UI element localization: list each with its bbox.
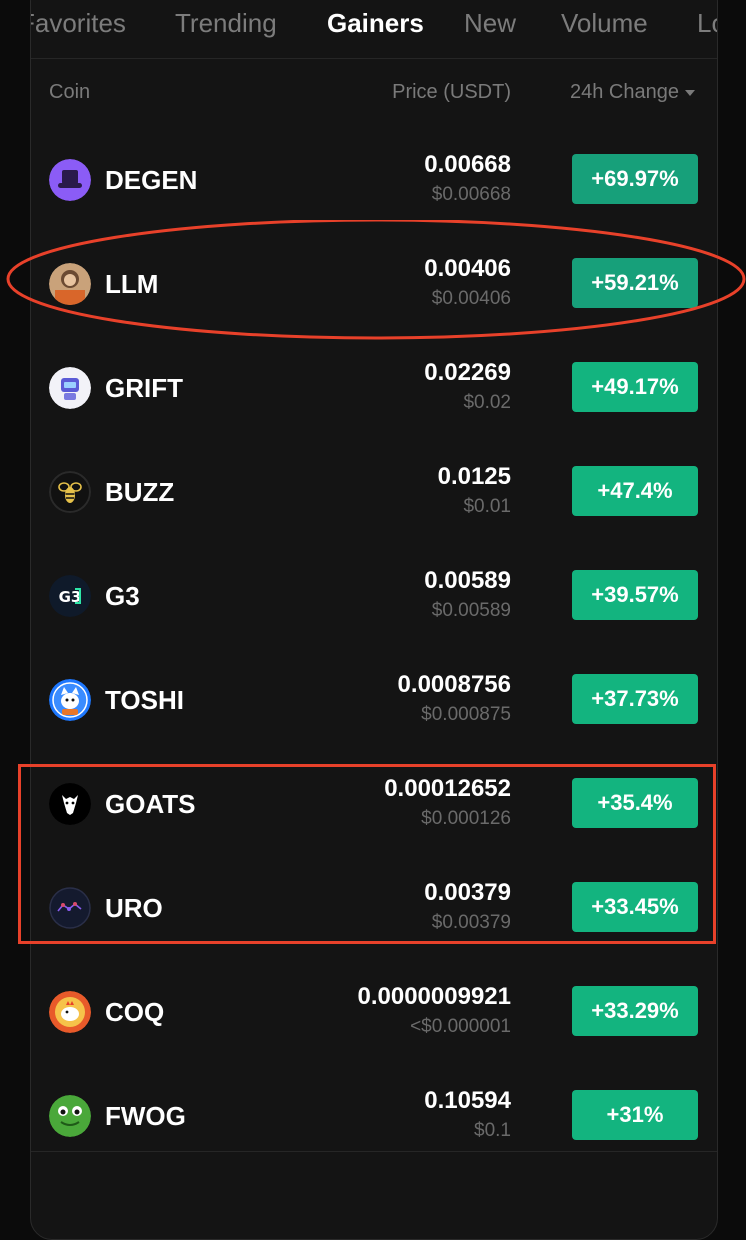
coin-price: 0.0008756: [397, 671, 511, 698]
table-row[interactable]: DEGEN 0.00668 $0.00668 +69.97%: [31, 127, 717, 231]
coin-fiat-price: $0.01: [463, 496, 511, 517]
tab-volume[interactable]: Volume: [561, 7, 648, 39]
table-row[interactable]: BUZZ 0.0125 $0.01 +47.4%: [31, 439, 717, 543]
tab-losers[interactable]: Lo: [697, 7, 717, 39]
change-badge[interactable]: +33.29%: [572, 986, 698, 1036]
change-badge[interactable]: +69.97%: [572, 154, 698, 204]
coin-price: 0.00589: [424, 567, 511, 594]
highlight-ellipse: [6, 220, 746, 340]
toshi-cat-icon: [49, 679, 91, 721]
change-badge[interactable]: +49.17%: [572, 362, 698, 412]
table-row[interactable]: COQ 0.0000009921 <$0.000001 +33.29%: [31, 959, 717, 1063]
change-badge[interactable]: +31%: [572, 1090, 698, 1140]
chicken-icon: [49, 991, 91, 1033]
coin-symbol: FWOG: [105, 1101, 186, 1131]
g3-logo-icon: G3: [49, 575, 91, 617]
coin-symbol: COQ: [105, 997, 165, 1027]
coin-price: 0.10594: [424, 1087, 511, 1114]
column-header-price[interactable]: Price (USDT): [392, 81, 511, 104]
coin-fiat-price: $0.000875: [421, 704, 511, 725]
coin-symbol: GRIFT: [105, 373, 183, 403]
tab-favorites[interactable]: Favorites: [31, 7, 126, 39]
highlight-rectangle: [18, 764, 716, 944]
change-badge[interactable]: +39.57%: [572, 570, 698, 620]
column-header-coin: Coin: [49, 81, 91, 103]
tab-new[interactable]: New: [464, 7, 516, 39]
table-row[interactable]: TOSHI 0.0008756 $0.000875 +37.73%: [31, 647, 717, 751]
tab-gainers[interactable]: Gainers: [327, 7, 424, 39]
coin-symbol: TOSHI: [105, 685, 184, 715]
change-badge[interactable]: +47.4%: [572, 466, 698, 516]
divider: [31, 1151, 717, 1152]
coin-fiat-price: $0.00668: [431, 184, 511, 205]
coin-fiat-price: $0.00589: [431, 600, 511, 621]
coin-symbol: G3: [105, 581, 140, 611]
table-header: Coin Price (USDT) 24h Change: [31, 81, 717, 109]
frog-icon: [49, 1095, 91, 1137]
tab-trending[interactable]: Trending: [175, 7, 277, 39]
column-header-change[interactable]: 24h Change: [570, 81, 695, 104]
grift-robot-icon: [49, 367, 91, 409]
degen-hat-icon: [49, 159, 91, 201]
table-row[interactable]: GRIFT 0.02269 $0.02 +49.17%: [31, 335, 717, 439]
market-panel: Favorites Trending Gainers New Volume Lo…: [30, 0, 718, 1240]
coin-price: 0.02269: [424, 359, 511, 386]
table-row[interactable]: G3 G3 0.00589 $0.00589 +39.57%: [31, 543, 717, 647]
coin-fiat-price: <$0.000001: [410, 1016, 511, 1037]
coin-symbol: BUZZ: [105, 477, 175, 507]
coin-price: 0.0125: [437, 463, 511, 490]
coin-fiat-price: $0.02: [463, 392, 511, 413]
coin-fiat-price: $0.1: [474, 1120, 511, 1141]
bee-icon: [49, 471, 91, 513]
coin-price: 0.0000009921: [357, 983, 512, 1010]
market-tabs: Favorites Trending Gainers New Volume Lo: [31, 1, 717, 59]
sort-caret-icon: [684, 89, 695, 96]
coin-symbol: DEGEN: [105, 165, 198, 195]
column-header-change-label: 24h Change: [570, 81, 679, 103]
change-badge[interactable]: +37.73%: [572, 674, 698, 724]
coin-price: 0.00668: [424, 151, 511, 178]
